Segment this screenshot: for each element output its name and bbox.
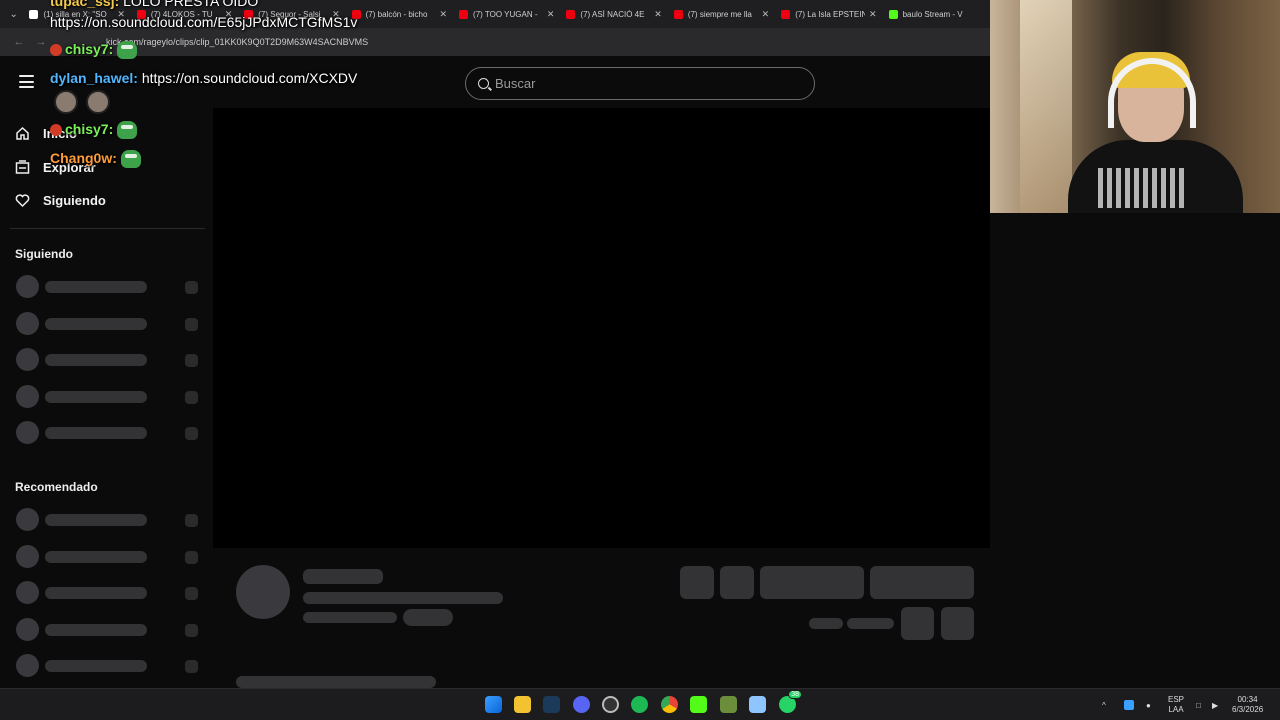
close-tab-icon[interactable]: ✕ bbox=[762, 9, 770, 20]
sidebar-item-label: Siguiendo bbox=[43, 193, 106, 208]
language-indicator[interactable]: ESP LAA bbox=[1168, 689, 1184, 720]
volume-icon[interactable]: ▶ bbox=[1212, 689, 1218, 720]
recommended-skeleton-row bbox=[16, 654, 200, 678]
clock[interactable]: 00:34 6/3/2026 bbox=[1232, 689, 1263, 720]
recommended-section-title: Recomendado bbox=[15, 480, 98, 494]
icon-button-placeholder[interactable] bbox=[941, 607, 974, 640]
youtube-favicon-icon bbox=[673, 9, 683, 19]
back-arrow-icon[interactable]: ← bbox=[8, 36, 30, 48]
sidebar: Inicio Explorar Siguiendo Siguiendo bbox=[0, 108, 210, 688]
tag-placeholder bbox=[403, 609, 453, 626]
search-icon bbox=[478, 78, 489, 89]
chat-message: https://on.soundcloud.com/E65jJPdxMCTGfM… bbox=[50, 14, 358, 30]
subtitle-placeholder bbox=[303, 592, 503, 604]
stat-placeholder bbox=[847, 618, 894, 629]
badge-icon bbox=[50, 124, 62, 137]
browser-tab[interactable]: (7) ASÍ NACIÓ 4E ✕ bbox=[560, 2, 667, 26]
recommended-skeleton-row bbox=[16, 581, 200, 605]
pepe-emote-icon bbox=[120, 150, 141, 169]
browser-tab-active[interactable]: baulo Stream - V bbox=[883, 2, 990, 26]
app-icon[interactable] bbox=[602, 696, 619, 713]
kick-icon[interactable] bbox=[690, 696, 707, 713]
close-tab-icon[interactable]: ✕ bbox=[439, 9, 447, 20]
following-skeleton-row bbox=[16, 312, 200, 336]
network-icon[interactable]: □ bbox=[1196, 689, 1201, 720]
bottom-placeholder bbox=[236, 676, 436, 688]
youtube-favicon-icon bbox=[566, 9, 576, 19]
notepad-icon[interactable] bbox=[749, 696, 766, 713]
spotify-icon[interactable] bbox=[631, 696, 648, 713]
windows-taskbar: 38 ^ ● ESP LAA □ ▶ 00:34 6/3/2026 bbox=[0, 688, 1280, 720]
microphone-icon[interactable]: ● bbox=[1146, 689, 1151, 720]
subscribe-button-placeholder[interactable] bbox=[870, 566, 974, 599]
heart-icon bbox=[15, 193, 30, 208]
browse-icon bbox=[15, 160, 30, 175]
stream-info-skeleton bbox=[213, 556, 990, 688]
sidebar-divider bbox=[10, 228, 205, 229]
webcam-feed bbox=[990, 0, 1280, 213]
browser-tab[interactable]: (7) TOO YUGAN - ✕ bbox=[453, 2, 560, 26]
close-tab-icon[interactable]: ✕ bbox=[869, 9, 877, 20]
action-button-placeholder[interactable] bbox=[720, 566, 754, 599]
search-bar[interactable] bbox=[465, 67, 815, 100]
chat-message: Chang0w: bbox=[50, 150, 141, 169]
badge-icon bbox=[50, 44, 62, 57]
browser-tab[interactable]: (7) La Isla EPSTEIN ✕ bbox=[775, 2, 882, 26]
recommended-skeleton-row bbox=[16, 508, 200, 532]
following-section-title: Siguiendo bbox=[15, 247, 73, 261]
following-skeleton-row bbox=[16, 275, 200, 299]
close-tab-icon[interactable]: ✕ bbox=[654, 9, 662, 20]
steam-icon[interactable] bbox=[543, 696, 560, 713]
whatsapp-icon[interactable]: 38 bbox=[779, 690, 802, 713]
title-placeholder bbox=[303, 569, 383, 584]
x-favicon-icon bbox=[29, 9, 39, 19]
empty-right-area bbox=[990, 213, 1280, 688]
close-tab-icon[interactable]: ✕ bbox=[547, 9, 555, 20]
windows-start-icon[interactable] bbox=[485, 696, 502, 713]
follow-button-placeholder[interactable] bbox=[760, 566, 864, 599]
minecraft-icon[interactable] bbox=[720, 696, 737, 713]
action-button-placeholder[interactable] bbox=[680, 566, 714, 599]
following-skeleton-row bbox=[16, 385, 200, 409]
browser-tab[interactable]: (7) siempre me lla ✕ bbox=[668, 2, 775, 26]
discord-icon[interactable] bbox=[573, 696, 590, 713]
icon-button-placeholder[interactable] bbox=[901, 607, 934, 640]
following-skeleton-row bbox=[16, 348, 200, 372]
channel-avatar-placeholder bbox=[236, 565, 290, 619]
chrome-icon[interactable] bbox=[661, 696, 678, 713]
tray-overflow-icon[interactable]: ^ bbox=[1102, 689, 1106, 720]
chat-message: tupac_ssj: LOLO PRESTA OIDO bbox=[50, 0, 259, 9]
sidebar-item-siguiendo[interactable]: Siguiendo bbox=[15, 193, 106, 208]
pepe-emote-icon bbox=[117, 121, 138, 140]
whatsapp-badge: 38 bbox=[788, 690, 802, 699]
home-icon bbox=[15, 126, 30, 141]
youtube-favicon-icon bbox=[781, 9, 791, 19]
pepe-emote-icon bbox=[117, 41, 138, 60]
chat-message: chisy7: bbox=[50, 121, 138, 140]
recommended-skeleton-row bbox=[16, 618, 200, 642]
chat-message: dylan_hawel: https://on.soundcloud.com/X… bbox=[50, 70, 358, 86]
stat-placeholder bbox=[809, 618, 843, 629]
chat-emote-faces bbox=[50, 90, 118, 114]
screen: ⌄ (1) silla en X: "SO ✕ (7) 4LOKOS - TU ✕ … bbox=[0, 0, 1280, 720]
menu-icon[interactable] bbox=[19, 75, 34, 88]
category-placeholder bbox=[303, 612, 397, 623]
file-explorer-icon[interactable] bbox=[514, 696, 531, 713]
youtube-favicon-icon bbox=[459, 9, 469, 19]
recommended-skeleton-row bbox=[16, 545, 200, 569]
following-skeleton-row bbox=[16, 421, 200, 445]
kick-favicon-icon bbox=[888, 9, 898, 19]
chat-message: chisy7: bbox=[50, 41, 138, 60]
tray-app-icon[interactable] bbox=[1124, 689, 1134, 720]
tab-list-chevron-icon[interactable]: ⌄ bbox=[4, 4, 23, 24]
search-input[interactable] bbox=[495, 76, 785, 91]
